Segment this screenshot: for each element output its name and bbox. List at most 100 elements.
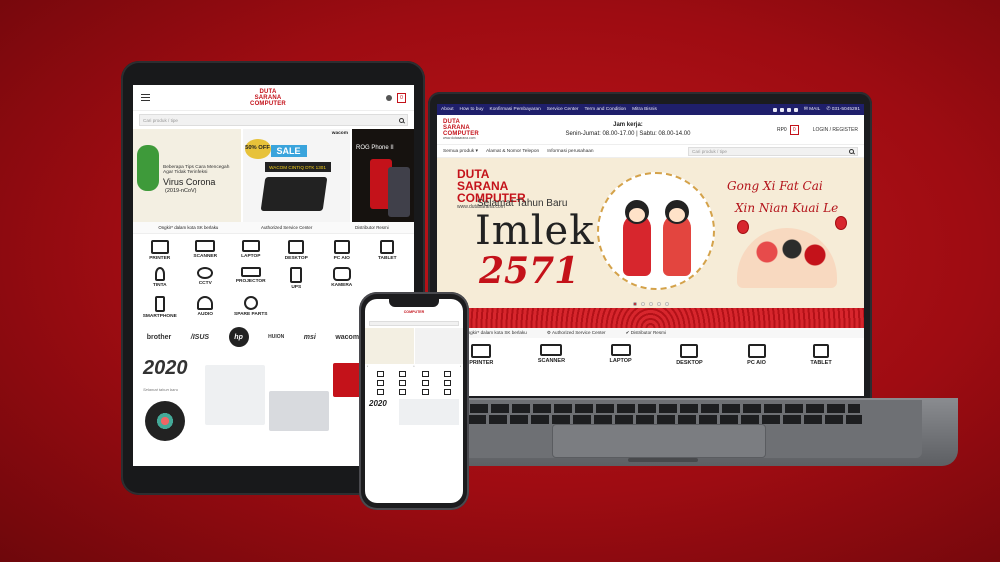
tablet-logo[interactable]: DUTA SARANA COMPUTER xyxy=(250,89,286,107)
laptop-icon[interactable] xyxy=(421,371,429,377)
category-scanner[interactable]: SCANNER xyxy=(183,240,229,261)
category-cctv[interactable]: CCTV xyxy=(183,267,229,290)
smartphone-icon xyxy=(154,296,165,312)
nav-company-info[interactable]: Informasi perusahaan xyxy=(547,149,593,154)
tablet-search-input[interactable]: Cari produk / tipe xyxy=(139,114,408,126)
category-tinta[interactable]: TINTA xyxy=(137,267,183,290)
phone-label: 031-5045291 xyxy=(831,107,860,112)
brand-brother[interactable]: brother xyxy=(147,334,172,341)
search-input[interactable]: Cari produk / tipe xyxy=(688,146,858,156)
phone-link[interactable]: ✆ 031-5045291 xyxy=(826,107,860,112)
topbar-link-how-to-buy[interactable]: How to buy xyxy=(460,107,484,112)
phone-logo[interactable]: COMPUTER xyxy=(404,310,425,314)
hours-text: Senin-Jumat: 08.00-17.00 | Sabtu: 08.00-… xyxy=(565,130,691,137)
carousel-dot[interactable] xyxy=(656,302,661,306)
category-kamera[interactable]: KAMERA xyxy=(319,267,365,290)
smartphone-icon[interactable] xyxy=(443,389,451,395)
topbar-link-terms[interactable]: Term and Condition xyxy=(584,107,626,112)
nav-all-products-label: Semua produk xyxy=(443,148,475,154)
cart-count: 0 xyxy=(792,126,796,133)
banner-wacom-sale[interactable]: 50% OFF SALE wacom WACOM CINTIQ DTK 1301 xyxy=(242,129,350,222)
tablet-strip-distributor: Distributor Resmi xyxy=(354,225,389,230)
banner-corona-tips[interactable]: Beberapa Tips Cara Mencegah Agar Tidak T… xyxy=(133,129,241,222)
phone-product-card[interactable] xyxy=(399,399,459,425)
camera-icon[interactable] xyxy=(421,389,429,395)
category-pc-aio[interactable]: PC AIO xyxy=(747,344,766,366)
new-year-2020-card[interactable]: 2020 Selamat tahun baru xyxy=(137,351,201,451)
brand-huion[interactable]: HUION xyxy=(268,334,284,340)
topbar-link-about[interactable]: About xyxy=(441,107,454,112)
phone-banner-sale[interactable] xyxy=(414,328,463,364)
ink-icon[interactable] xyxy=(421,380,429,386)
product-card[interactable] xyxy=(269,391,329,431)
category-projector[interactable]: PROJECTOR xyxy=(228,267,274,290)
printer-icon xyxy=(150,240,169,254)
category-scanner[interactable]: SCANNER xyxy=(538,344,565,366)
topbar-link-service-center[interactable]: Service Center xyxy=(547,107,579,112)
search-icon[interactable] xyxy=(849,148,854,154)
category-label: AUDIO xyxy=(197,312,213,317)
trackpad[interactable] xyxy=(552,424,766,458)
phone-banner-corona[interactable] xyxy=(365,328,414,364)
discount-badge: 50% OFF xyxy=(244,139,271,159)
product-card[interactable] xyxy=(205,365,265,425)
brand-asus[interactable]: /ISUS xyxy=(191,334,209,341)
category-smartphone[interactable]: SMARTPHONE xyxy=(137,296,183,319)
desktop-icon[interactable] xyxy=(443,371,451,377)
youtube-icon[interactable] xyxy=(793,107,798,112)
phone-year-2020[interactable]: 2020 xyxy=(369,399,397,425)
projector-icon[interactable] xyxy=(377,389,385,395)
topbar-link-konfirmasi[interactable]: Konfirmasi Pembayaran xyxy=(490,107,541,112)
camera-icon xyxy=(332,267,351,281)
imlek-banner[interactable]: DUTA SARANA COMPUTER www.dutasarana.com … xyxy=(437,158,864,328)
category-desktop[interactable]: DESKTOP xyxy=(274,240,320,261)
carousel-dot[interactable] xyxy=(640,302,645,306)
category-label: DESKTOP xyxy=(676,360,703,366)
carousel-dot[interactable] xyxy=(632,302,637,306)
carousel-dots xyxy=(437,302,864,306)
facebook-icon[interactable] xyxy=(772,107,777,112)
topbar-link-mitra[interactable]: Mitra Bisnis xyxy=(632,107,657,112)
category-desktop[interactable]: DESKTOP xyxy=(676,344,703,366)
category-tablet[interactable]: TABLET xyxy=(810,344,832,366)
instagram-icon[interactable] xyxy=(779,107,784,112)
site-logo[interactable]: DUTA SARANA COMPUTER www.dutasarana.com xyxy=(443,119,479,140)
category-printer[interactable]: PRINTER xyxy=(469,344,493,366)
menu-icon[interactable] xyxy=(141,94,150,101)
brand-wacom[interactable]: wacom xyxy=(335,334,359,341)
ink-icon xyxy=(154,267,165,281)
brand-msi[interactable]: msi xyxy=(304,334,316,341)
category-spare-parts[interactable]: SPARE PARTS xyxy=(228,296,274,319)
category-laptop[interactable]: LAPTOP xyxy=(228,240,274,261)
nav-address[interactable]: Alamat & Nomor Telepon xyxy=(486,149,539,154)
category-ups[interactable]: UPS xyxy=(274,267,320,290)
carousel-dot[interactable] xyxy=(664,302,669,306)
category-laptop[interactable]: LAPTOP xyxy=(610,344,632,366)
pc-aio-icon[interactable] xyxy=(377,380,385,386)
category-printer[interactable]: PRINTER xyxy=(137,240,183,261)
brand-hp[interactable]: hp xyxy=(228,327,249,347)
mail-link[interactable]: ✉ MAIL xyxy=(804,107,821,112)
nav-all-products[interactable]: Semua produk ▾ xyxy=(443,149,478,154)
category-pc-aio[interactable]: PC AIO xyxy=(319,240,365,261)
scanner-icon[interactable] xyxy=(399,371,407,377)
phone-banners xyxy=(365,328,463,364)
cctv-icon[interactable] xyxy=(443,380,451,386)
family-illustration xyxy=(737,228,837,288)
category-audio[interactable]: AUDIO xyxy=(183,296,229,319)
printer-icon[interactable] xyxy=(377,371,385,377)
tablet-search-icon[interactable] xyxy=(399,117,404,123)
tablet-icon[interactable] xyxy=(399,380,407,386)
tablet-cart-icon[interactable]: 0 xyxy=(397,92,406,103)
carousel-dot[interactable] xyxy=(648,302,653,306)
phone-search-input[interactable] xyxy=(369,321,459,326)
lantern-icon xyxy=(737,220,749,234)
user-icon[interactable] xyxy=(386,94,392,101)
banner-rog-phone[interactable]: ROG Phone II xyxy=(352,129,414,222)
login-register-link[interactable]: LOGIN / REGISTER xyxy=(813,127,858,133)
twitter-icon[interactable] xyxy=(786,107,791,112)
category-tablet[interactable]: TABLET xyxy=(365,240,411,261)
tablet-info-strip: Ongkir* dalam kota SK berlaku Authorized… xyxy=(133,222,414,234)
cart-button[interactable]: RP0 0 xyxy=(777,124,799,135)
ups-icon[interactable] xyxy=(399,389,407,395)
